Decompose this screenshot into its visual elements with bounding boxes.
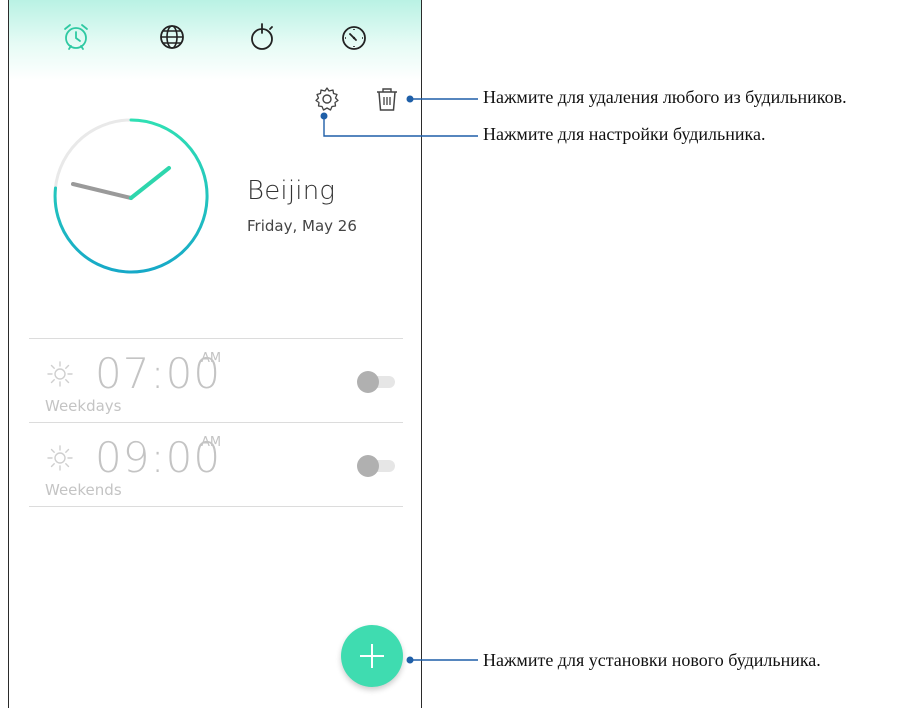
delete-button[interactable] xyxy=(372,84,402,114)
add-callout-text: Нажмите для установки нового будильника. xyxy=(483,650,821,670)
timer-icon xyxy=(342,26,366,50)
city-date: Friday, May 26 xyxy=(247,217,357,235)
city-name: Beijing xyxy=(247,176,336,206)
sun-icon xyxy=(47,445,73,471)
toggle-knob xyxy=(357,455,379,477)
delete-callout-text: Нажмите для удаления любого из будильник… xyxy=(483,87,847,107)
sun-icon xyxy=(47,361,73,387)
settings-button[interactable] xyxy=(312,84,342,114)
alarm-repeat: Weekdays xyxy=(45,397,122,415)
stopwatch-icon xyxy=(251,23,273,50)
tab-world-clock[interactable] xyxy=(155,20,189,54)
alarm-toggle[interactable] xyxy=(357,371,399,393)
alarm-repeat: Weekends xyxy=(45,481,122,499)
hour-hand xyxy=(71,182,133,200)
add-alarm-button[interactable] xyxy=(341,625,403,687)
clock-app-screen: Beijing Friday, May 26 07:00 AM Weekdays… xyxy=(8,0,422,708)
alarm-ampm: AM xyxy=(201,435,222,450)
settings-callout-text: Нажмите для настройки будильника. xyxy=(483,124,766,144)
alarm-item[interactable]: 07:00 AM Weekdays xyxy=(29,339,403,423)
globe-icon xyxy=(160,25,184,49)
trash-icon xyxy=(377,88,397,111)
gear-icon xyxy=(315,87,339,111)
divider xyxy=(29,506,403,507)
minute-hand xyxy=(129,166,171,200)
tab-bar xyxy=(9,0,421,80)
alarm-ampm: AM xyxy=(201,351,222,366)
alarm-clock-icon xyxy=(64,24,88,50)
analog-clock xyxy=(51,118,211,278)
tab-stopwatch[interactable] xyxy=(245,20,279,54)
tab-alarm[interactable] xyxy=(59,20,93,54)
tab-timer[interactable] xyxy=(337,20,371,54)
plus-icon xyxy=(360,644,384,668)
alarm-toggle[interactable] xyxy=(357,455,399,477)
alarm-item[interactable]: 09:00 AM Weekends xyxy=(29,423,403,507)
toggle-knob xyxy=(357,371,379,393)
